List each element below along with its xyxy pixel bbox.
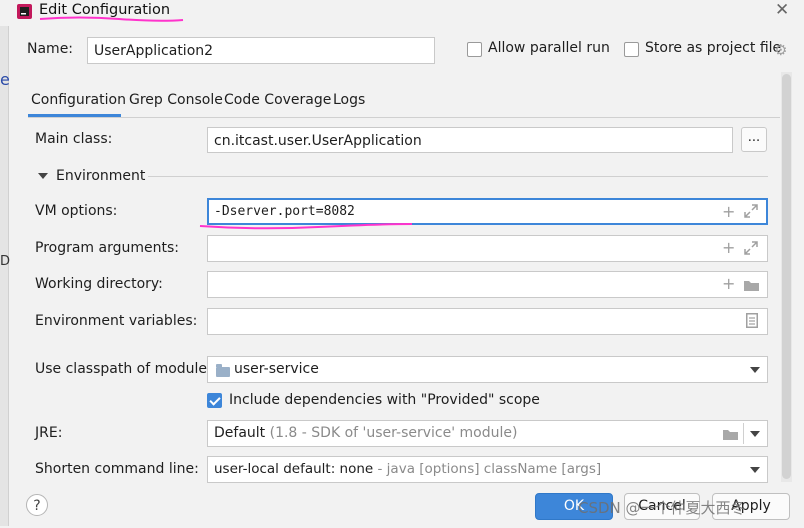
classpath-module-select[interactable]: user-service	[207, 356, 768, 383]
watermark: CSDN @一个仲夏大西冬	[578, 499, 746, 517]
tabs-divider	[28, 117, 780, 118]
gear-icon[interactable]: ⚙	[774, 41, 787, 59]
include-dependencies-checkbox[interactable]	[207, 393, 222, 408]
program-arguments-input[interactable]	[207, 235, 768, 262]
main-class-label: Main class:	[35, 131, 113, 147]
tab-configuration[interactable]: Configuration	[31, 92, 126, 108]
tab-logs[interactable]: Logs	[333, 92, 365, 108]
document-icon[interactable]	[746, 313, 758, 328]
app-icon	[17, 4, 32, 19]
folder-icon[interactable]	[722, 427, 740, 441]
plus-icon[interactable]: +	[722, 240, 735, 256]
chevron-down-icon[interactable]	[38, 173, 48, 179]
background-char: e	[0, 70, 10, 89]
scrollbar-thumb[interactable]	[782, 74, 791, 479]
vm-options-label: VM options:	[35, 203, 118, 219]
tab-code-coverage[interactable]: Code Coverage	[224, 92, 331, 108]
help-button[interactable]: ?	[26, 494, 48, 516]
shorten-command-line-label: Shorten command line:	[35, 461, 199, 477]
store-project-checkbox[interactable]	[624, 42, 639, 57]
folder-icon[interactable]	[743, 278, 761, 292]
environment-variables-label: Environment variables:	[35, 313, 198, 329]
combo-divider	[743, 423, 744, 444]
name-input[interactable]: UserApplication2	[87, 37, 435, 64]
browse-main-class-button[interactable]: ...	[741, 127, 767, 152]
jre-value: Default (1.8 - SDK of 'user-service' mod…	[214, 421, 517, 446]
jre-select[interactable]: Default (1.8 - SDK of 'user-service' mod…	[207, 420, 768, 447]
title-annotation-underline	[39, 16, 184, 22]
plus-icon[interactable]: +	[722, 276, 735, 292]
shorten-value: user-local default: none	[214, 461, 374, 477]
classpath-module-label: Use classpath of module:	[35, 361, 212, 377]
jre-detail: (1.8 - SDK of 'user-service' module)	[269, 425, 518, 441]
chevron-down-icon	[750, 367, 760, 373]
chevron-down-icon	[750, 467, 760, 473]
jre-default: Default	[214, 425, 266, 441]
background-window-strip: e D	[0, 26, 11, 526]
section-divider	[148, 176, 768, 177]
jre-label: JRE:	[35, 425, 63, 441]
shorten-detail: - java [options] className [args]	[377, 461, 602, 477]
background-char: D	[0, 254, 11, 269]
chevron-down-icon[interactable]	[750, 431, 760, 437]
store-project-label: Store as project file	[645, 40, 782, 56]
allow-parallel-label: Allow parallel run	[488, 40, 610, 56]
program-arguments-label: Program arguments:	[35, 240, 179, 256]
close-icon[interactable]: ✕	[775, 0, 789, 20]
working-directory-input[interactable]	[207, 271, 768, 298]
vm-options-annotation-underline	[199, 223, 413, 230]
name-label: Name:	[27, 41, 74, 57]
tab-grep-console[interactable]: Grep Console	[129, 92, 223, 108]
plus-icon[interactable]: +	[722, 204, 735, 220]
expand-icon[interactable]	[744, 241, 758, 255]
shorten-command-line-value: user-local default: none - java [options…	[214, 457, 601, 482]
module-folder-icon	[216, 364, 230, 377]
environment-variables-input[interactable]	[207, 308, 768, 335]
working-directory-label: Working directory:	[35, 276, 163, 292]
environment-section-title[interactable]: Environment	[56, 168, 145, 184]
classpath-module-value: user-service	[234, 361, 319, 377]
shorten-command-line-select[interactable]: user-local default: none - java [options…	[207, 456, 768, 483]
expand-icon[interactable]	[744, 204, 758, 218]
include-dependencies-label: Include dependencies with "Provided" sco…	[229, 392, 540, 408]
allow-parallel-checkbox[interactable]	[467, 42, 482, 57]
main-class-input[interactable]: cn.itcast.user.UserApplication	[207, 127, 733, 153]
